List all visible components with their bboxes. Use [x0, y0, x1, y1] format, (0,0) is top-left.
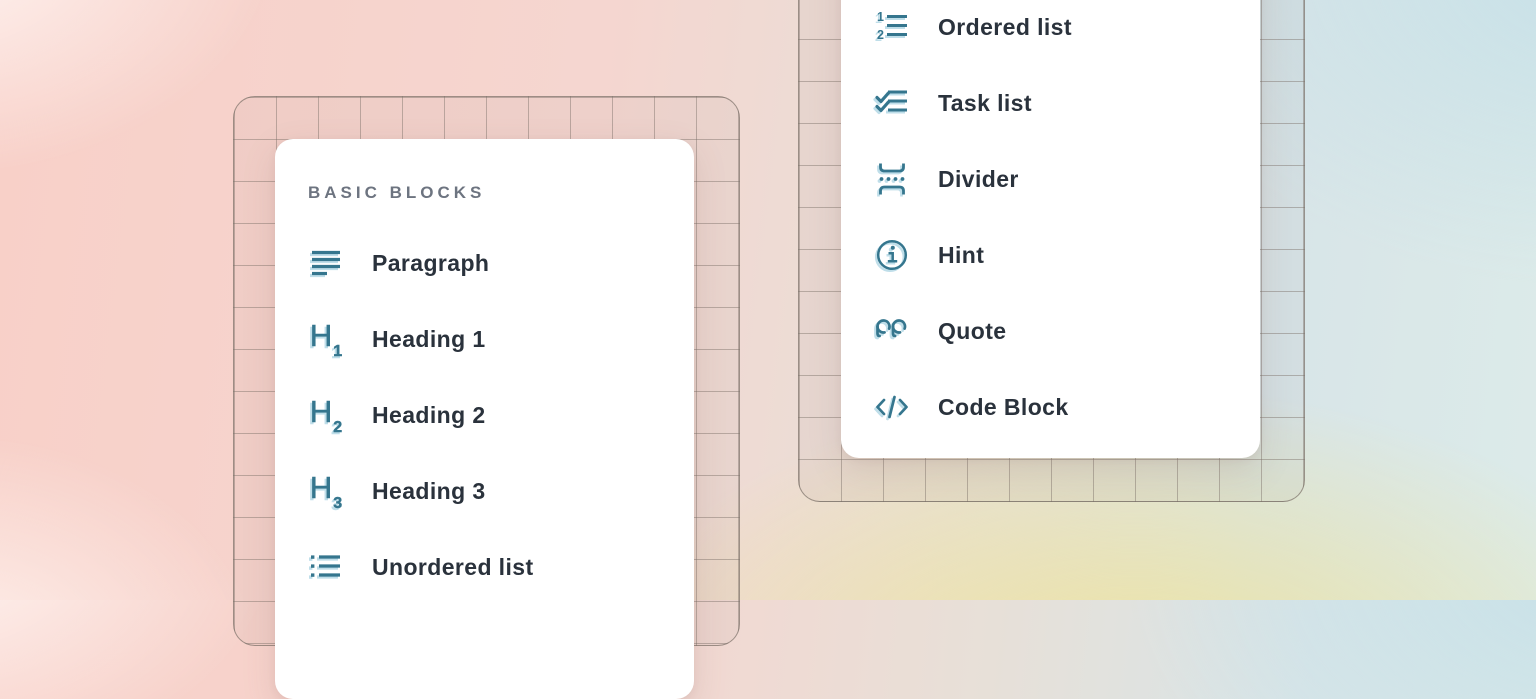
- code-block-icon: [874, 389, 910, 425]
- divider-icon: [874, 161, 910, 197]
- heading-2-icon: H2: [308, 397, 344, 433]
- heading-3-icon: H3: [308, 473, 344, 509]
- menu-item-label: Ordered list: [938, 14, 1072, 41]
- menu-item-quote[interactable]: Quote: [841, 293, 1260, 369]
- unordered-list-icon: [308, 549, 344, 585]
- menu-item-unordered-list[interactable]: Unordered list: [275, 529, 694, 605]
- menu-item-heading-2[interactable]: H2 Heading 2: [275, 377, 694, 453]
- menu-item-heading-3[interactable]: H3 Heading 3: [275, 453, 694, 529]
- ordered-list-icon: 1 2: [874, 9, 910, 45]
- menu-item-label: Divider: [938, 166, 1019, 193]
- menu-item-label: Paragraph: [372, 250, 489, 277]
- quote-icon: [874, 313, 910, 349]
- menu-item-heading-1[interactable]: H1 Heading 1: [275, 301, 694, 377]
- menu-item-label: Task list: [938, 90, 1032, 117]
- block-menu-basic-blocks: BASIC BLOCKS Paragraph H1 Heading 1 H2 H…: [275, 139, 694, 699]
- menu-item-label: Heading 3: [372, 478, 486, 505]
- menu-item-hint[interactable]: Hint: [841, 217, 1260, 293]
- svg-text:2: 2: [877, 28, 884, 42]
- menu-item-code-block[interactable]: Code Block: [841, 369, 1260, 445]
- block-menu-advanced-blocks: 1 2 Ordered list Task list: [841, 0, 1260, 458]
- svg-text:1: 1: [877, 10, 884, 24]
- marketing-background: { "theme": { "icon_color": "#35768E", "i…: [0, 0, 1536, 600]
- menu-item-label: Code Block: [938, 394, 1069, 421]
- heading-1-icon: H1: [308, 321, 344, 357]
- task-list-icon: [874, 85, 910, 121]
- menu-item-divider[interactable]: Divider: [841, 141, 1260, 217]
- menu-item-task-list[interactable]: Task list: [841, 65, 1260, 141]
- basic-blocks-list: Paragraph H1 Heading 1 H2 Heading 2 H3 H…: [275, 225, 694, 605]
- hint-icon: [874, 237, 910, 273]
- paragraph-icon: [308, 245, 344, 281]
- menu-item-label: Unordered list: [372, 554, 534, 581]
- menu-item-label: Heading 2: [372, 402, 486, 429]
- section-label: BASIC BLOCKS: [308, 183, 485, 203]
- menu-item-label: Heading 1: [372, 326, 486, 353]
- menu-item-label: Hint: [938, 242, 984, 269]
- menu-item-ordered-list[interactable]: 1 2 Ordered list: [841, 0, 1260, 65]
- advanced-blocks-list: 1 2 Ordered list Task list: [841, 0, 1260, 445]
- menu-item-label: Quote: [938, 318, 1006, 345]
- menu-item-paragraph[interactable]: Paragraph: [275, 225, 694, 301]
